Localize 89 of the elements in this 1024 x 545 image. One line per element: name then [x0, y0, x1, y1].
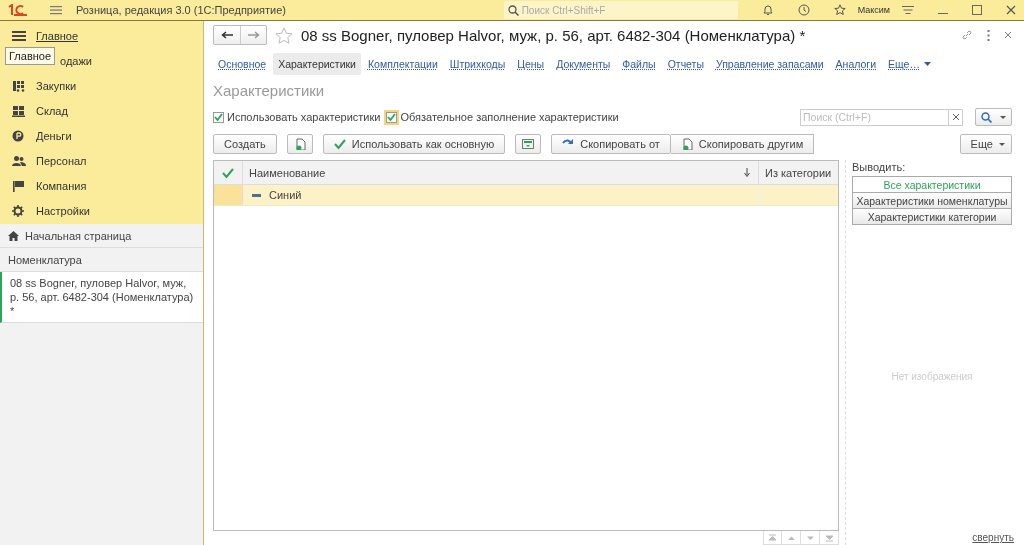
toolbar-button[interactable] — [286, 134, 313, 154]
sidebar-item[interactable]: одажи — [60, 54, 92, 67]
more-icon[interactable] — [987, 29, 990, 41]
menu-icon[interactable] — [50, 5, 62, 15]
sidebar-item[interactable]: Склад — [36, 104, 68, 117]
maximize-icon[interactable] — [972, 5, 982, 15]
caret-icon — [999, 142, 1005, 146]
link-icon[interactable] — [961, 29, 973, 41]
close-icon[interactable] — [1006, 5, 1016, 15]
column-header[interactable]: Из категории — [759, 161, 838, 184]
sidebar-item[interactable]: Закупки — [36, 79, 77, 92]
close-icon — [952, 114, 959, 120]
tab[interactable]: Основное — [213, 53, 272, 75]
copy-icon — [293, 138, 306, 150]
filter-button[interactable]: Характеристики категории — [852, 208, 1012, 225]
tab[interactable]: Файлы — [617, 53, 661, 75]
check-icon — [387, 113, 397, 121]
toolbar-button[interactable] — [515, 134, 542, 154]
open-window-item[interactable]: 08 ss Bogner, пуловер Halvor, муж, р. 56, арт. 6482-304 (Номенклатура) * — [0, 272, 203, 323]
tab[interactable]: Еще… — [883, 53, 936, 75]
clear-button[interactable] — [949, 108, 963, 126]
sidebar-item[interactable]: Настройки — [36, 204, 90, 217]
search-button[interactable] — [975, 108, 1012, 126]
sidebar-item[interactable]: Персонал — [36, 154, 87, 167]
gear-icon — [12, 204, 26, 217]
home-link[interactable]: Начальная страница — [0, 224, 203, 248]
search-field[interactable]: Поиск Ctrl+Shift+F — [503, 1, 738, 19]
home-icon — [8, 230, 19, 241]
check-icon — [333, 138, 346, 150]
blocks-icon — [12, 104, 26, 117]
form-title: 08 ss Bogner, пуловер Halvor, муж, р. 56, арт. 6482-304 (Номенклатура) * — [301, 26, 806, 44]
caret-icon — [1000, 115, 1006, 119]
tab[interactable]: Цены — [512, 53, 550, 75]
window-title: Розница, редакция 3.0 (1С:Предприятие) — [76, 4, 287, 16]
menu-icon[interactable] — [902, 5, 914, 15]
tab[interactable]: Характеристики — [273, 53, 361, 75]
tab[interactable]: Документы — [551, 53, 616, 75]
item-icon — [252, 193, 261, 197]
close-icon[interactable] — [1004, 31, 1012, 39]
toolbar-button[interactable]: Скопировать другим — [670, 134, 815, 154]
home-label: Начальная страница — [25, 229, 132, 242]
sidebar-item[interactable]: Главное — [36, 29, 79, 42]
history-icon[interactable] — [797, 4, 810, 16]
menu-icon — [12, 29, 26, 42]
app-logo-icon[interactable] — [8, 4, 28, 16]
star-icon[interactable] — [833, 4, 846, 16]
caret-icon — [923, 62, 931, 66]
coin-icon — [12, 129, 26, 142]
tab[interactable]: Штрихкоды — [444, 53, 511, 75]
people-icon — [12, 154, 26, 167]
toolbar-button[interactable]: Создать — [213, 134, 277, 154]
sort-arrow-icon — [744, 168, 750, 177]
checkbox-label: Использовать характеристики — [227, 111, 381, 123]
toolbar-button[interactable]: Скопировать от — [551, 134, 671, 154]
check-icon — [214, 113, 223, 121]
toolbar-button[interactable]: Использовать как основную — [322, 134, 506, 154]
checkbox-label: Обязательное заполнение характеристики — [400, 111, 619, 123]
tab[interactable]: Аналоги — [830, 53, 882, 75]
section-heading: Характеристики — [213, 82, 326, 99]
tab[interactable]: Отчеты — [662, 53, 709, 75]
tooltip: Главное — [5, 47, 56, 65]
sidebar-item[interactable]: Деньги — [36, 129, 72, 142]
search-field[interactable]: Поиск (Ctrl+F) — [800, 108, 949, 126]
search-icon — [507, 5, 519, 16]
search-icon — [981, 111, 992, 123]
table-cell: Синий — [269, 189, 302, 201]
bell-icon[interactable] — [761, 4, 774, 16]
star-icon[interactable] — [275, 26, 293, 44]
left-arrow-icon — [221, 31, 233, 39]
collapse-link[interactable]: свернуть — [972, 532, 1014, 543]
tab[interactable]: Комплектации — [363, 53, 443, 75]
column-header[interactable]: Наименование — [243, 161, 759, 184]
flag-icon — [12, 179, 26, 192]
copy-icon — [680, 138, 693, 150]
more-button[interactable]: Еще — [959, 134, 1012, 154]
scroll-bottom-button[interactable] — [820, 531, 839, 545]
check-icon[interactable] — [222, 167, 234, 178]
output-label: Выводить: — [852, 161, 907, 173]
tab[interactable]: Управление запасами — [710, 53, 829, 75]
user-name[interactable]: Максим — [857, 5, 890, 15]
bottom-arrow-icon — [824, 533, 834, 542]
scroll-top-button[interactable] — [763, 531, 782, 545]
card-icon — [522, 138, 535, 150]
top-arrow-icon — [768, 533, 777, 542]
sidebar-item[interactable]: Компания — [36, 179, 87, 192]
scroll-up-button[interactable] — [782, 531, 801, 545]
right-arrow-icon — [247, 31, 260, 39]
checkbox[interactable] — [213, 111, 224, 123]
table-row[interactable]: Синий — [214, 185, 838, 206]
